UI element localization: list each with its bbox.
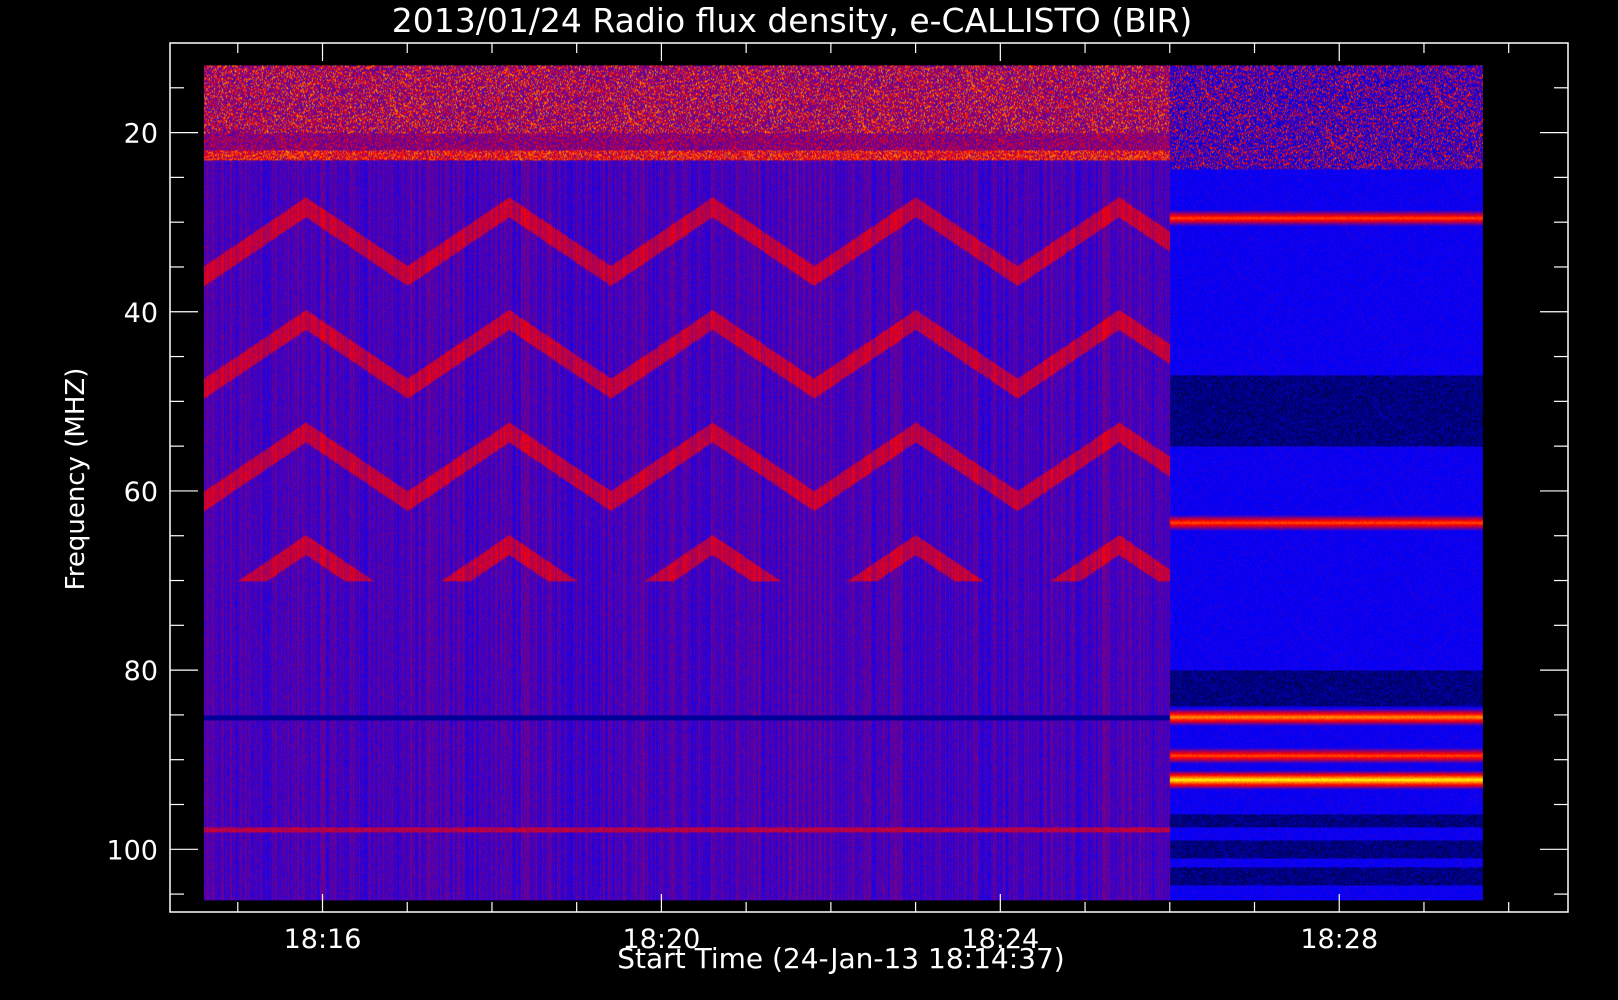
x-tick-label: 18:16	[284, 924, 362, 955]
x-tick-label: 18:28	[1300, 924, 1378, 955]
y-tick-label: 40	[124, 298, 158, 329]
y-tick-label: 100	[106, 835, 158, 866]
y-tick-label: 80	[124, 656, 158, 687]
y-tick-label: 20	[124, 119, 158, 150]
spectrogram-chart: 2013/01/24 Radio flux density, e-CALLIST…	[0, 0, 1618, 1000]
y-axis-label: Frequency (MHZ)	[61, 368, 91, 591]
x-axis-label: Start Time (24-Jan-13 18:14:37)	[617, 942, 1064, 975]
chart-title: 2013/01/24 Radio flux density, e-CALLIST…	[392, 1, 1193, 40]
y-tick-label: 60	[124, 477, 158, 508]
spectrogram-heatmap	[203, 65, 1483, 901]
